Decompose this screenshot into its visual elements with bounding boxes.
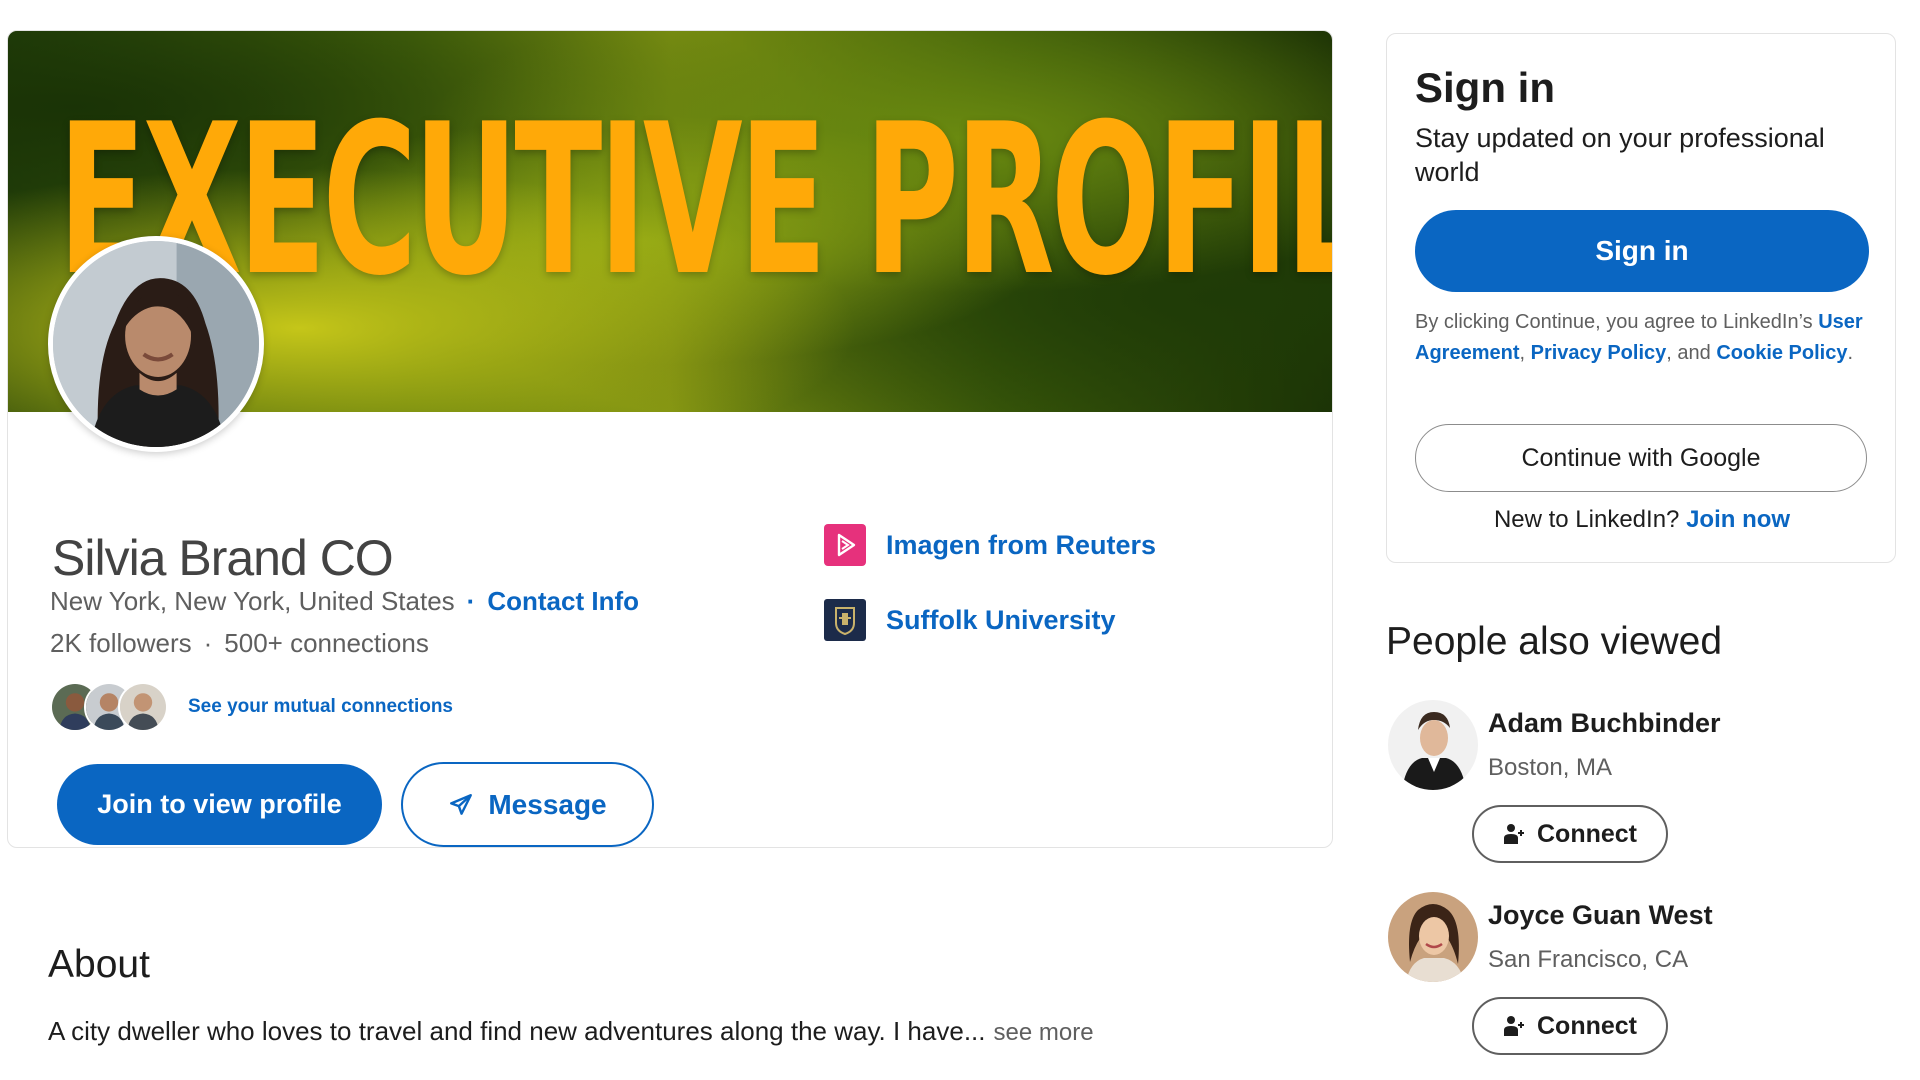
suffolk-crest-icon [824,599,866,641]
add-person-icon [1504,1016,1524,1036]
legal-and: , and [1666,342,1711,364]
reuters-logo-icon [824,524,866,566]
cookie-policy-link[interactable]: Cookie Policy [1716,342,1847,364]
signin-subtitle: Stay updated on your professional world [1415,123,1825,187]
profile-stats: 2K followers · 500+ connections [50,628,429,659]
send-icon [450,793,473,815]
sign-in-button[interactable]: Sign in [1415,210,1869,292]
person-avatar[interactable] [1388,700,1478,790]
mutual-connections[interactable]: See your mutual connections [50,679,453,735]
connect-button[interactable]: Connect [1472,997,1668,1055]
new-to-text: New to LinkedIn? [1493,506,1680,533]
about-text: A city dweller who loves to travel and f… [48,1016,1094,1047]
new-to-linkedin: New to LinkedIn? Join now [1387,506,1897,534]
add-person-icon [1504,824,1524,844]
affiliation-suffolk[interactable]: Suffolk University [824,599,1116,641]
signin-title: Sign in [1415,64,1555,111]
legal-notice: By clicking Continue, you agree to Linke… [1415,307,1875,369]
continue-with-google-button[interactable]: Continue with Google [1415,424,1867,492]
connect-label: Connect [1537,819,1637,848]
mutual-connections-link[interactable]: See your mutual connections [188,696,453,718]
avatar-photo-icon [53,241,259,447]
mutual-avatar-3 [118,682,168,732]
see-more-link[interactable]: see more [994,1019,1094,1046]
message-button[interactable]: Message [401,762,654,847]
signin-card: Sign in Stay updated on your professiona… [1386,33,1896,563]
people-also-viewed-heading: People also viewed [1386,620,1723,663]
profile-location: New York, New York, United States [50,586,455,616]
legal-prefix: By clicking Continue, you agree to Linke… [1415,311,1813,333]
separator-dot: · [203,628,213,658]
people-also-viewed-item[interactable]: Joyce Guan West San Francisco, CA Connec… [1386,890,1886,1070]
affiliation-label[interactable]: Imagen from Reuters [886,530,1156,561]
about-body: A city dweller who loves to travel and f… [48,1016,986,1046]
people-also-viewed-item[interactable]: Adam Buchbinder Boston, MA Connect [1386,698,1886,878]
profile-card: EXECUTIVE PROFILE Silvia Brand CO New Yo… [7,30,1333,848]
contact-info-link[interactable]: Contact Info [487,586,639,616]
person-name[interactable]: Adam Buchbinder [1488,708,1721,739]
legal-comma: , [1519,342,1526,364]
legal-period: . [1847,342,1854,364]
connect-button[interactable]: Connect [1472,805,1668,863]
connections-count: 500+ connections [224,628,429,658]
person-name[interactable]: Joyce Guan West [1488,900,1713,931]
person-avatar[interactable] [1388,892,1478,982]
message-label: Message [488,788,607,820]
connect-label: Connect [1537,1011,1637,1040]
about-heading: About [48,943,150,986]
person-location: Boston, MA [1488,754,1613,781]
join-to-view-profile-button[interactable]: Join to view profile [57,764,382,845]
profile-location-row: New York, New York, United States · Contac… [50,586,639,617]
affiliation-reuters[interactable]: Imagen from Reuters [824,524,1156,566]
privacy-policy-link[interactable]: Privacy Policy [1531,342,1667,364]
profile-avatar[interactable] [48,236,264,452]
followers-count: 2K followers [50,628,192,658]
profile-name: Silvia Brand CO [52,530,394,586]
affiliation-label[interactable]: Suffolk University [886,605,1116,636]
person-location: San Francisco, CA [1488,946,1689,973]
join-now-link[interactable]: Join now [1686,506,1790,533]
separator-dot: · [466,586,476,616]
mutual-avatars [50,680,172,734]
